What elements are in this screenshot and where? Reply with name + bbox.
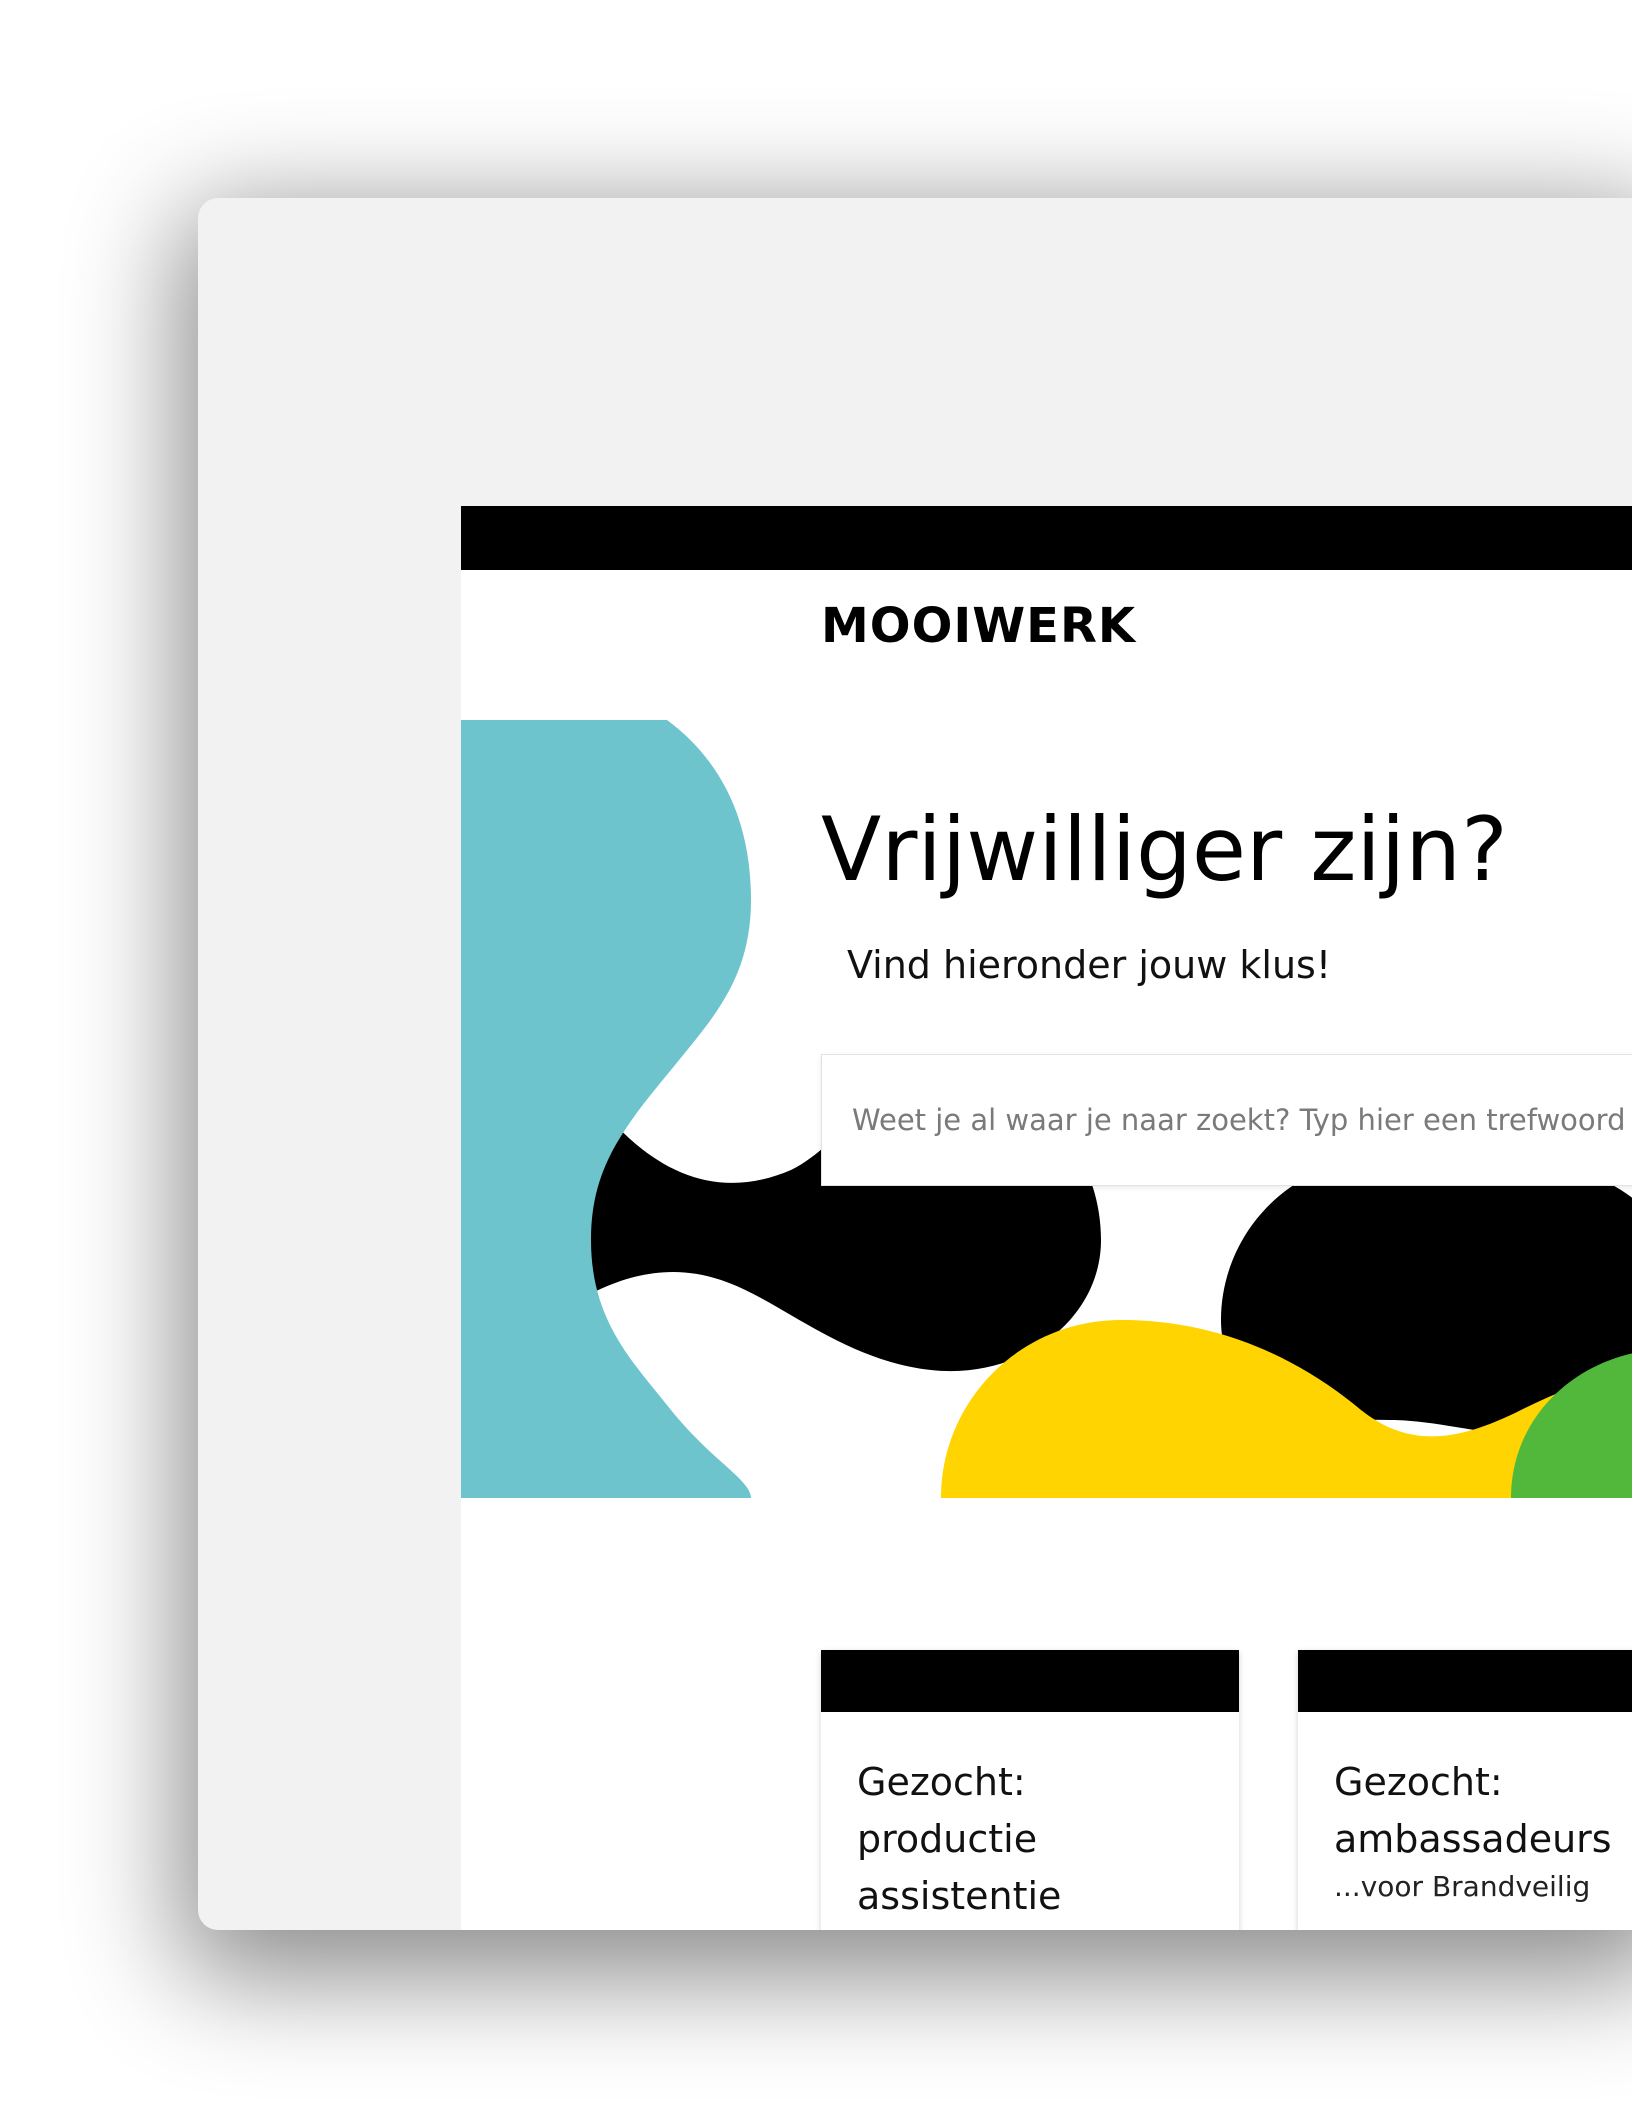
- top-bar: [461, 506, 1632, 570]
- vacancy-card[interactable]: Gezocht: productie assistentie: [821, 1650, 1239, 1930]
- screenshot-stage: MOOIWERK Vrijwilliger zijn? Vind hierond…: [0, 0, 1632, 2128]
- hero-subtitle: Vind hieronder jouw klus!: [847, 943, 1332, 987]
- card-title[interactable]: Gezocht: ambassadeurs: [1334, 1754, 1632, 1868]
- vacancy-card[interactable]: Gezocht: ambassadeurs ...voor Brandveili…: [1298, 1650, 1632, 1930]
- search-input[interactable]: [822, 1055, 1632, 1185]
- browser-window: MOOIWERK Vrijwilliger zijn? Vind hierond…: [198, 198, 1632, 1930]
- site-logo[interactable]: MOOIWERK: [821, 602, 1136, 650]
- search-box[interactable]: [821, 1054, 1632, 1186]
- hero-title: Vrijwilliger zijn?: [821, 798, 1508, 901]
- card-header-bar: [821, 1650, 1239, 1712]
- card-header-bar: [1298, 1650, 1632, 1712]
- web-page: MOOIWERK Vrijwilliger zijn? Vind hierond…: [461, 506, 1632, 1930]
- card-snippet: ...voor Brandveilig: [1334, 1870, 1591, 1903]
- hero-shape-teal: [461, 720, 751, 1498]
